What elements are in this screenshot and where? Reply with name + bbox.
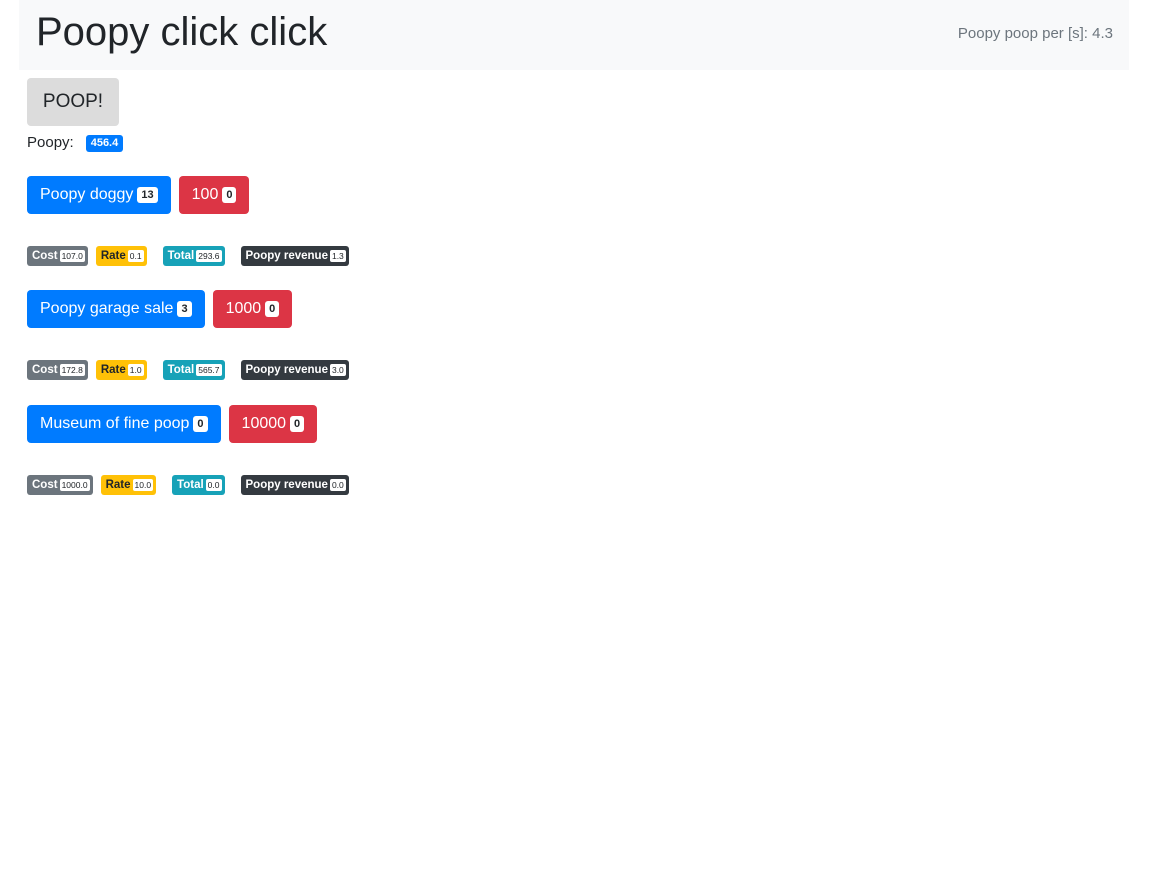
total-value: 293.6 xyxy=(196,250,222,262)
cost-value: 1000.0 xyxy=(59,479,90,491)
revenue-badge: Poopy revenue 1.3 xyxy=(240,246,349,266)
building-stats: Cost 107.0 Rate 0.1 Total 293.6 Poopy reven… xyxy=(27,246,357,266)
building-name: Poopy doggy xyxy=(40,186,134,203)
buy-building-button[interactable]: Poopy doggy 13 xyxy=(27,176,171,214)
rate-value: 1.0 xyxy=(127,364,144,376)
total-badge: Total 0.0 xyxy=(172,475,225,495)
rate-value: 0.1 xyxy=(127,250,144,262)
poop-button[interactable]: POOP! xyxy=(27,78,119,126)
total-value: 0.0 xyxy=(205,479,222,491)
cost-badge: Cost 107.0 xyxy=(27,246,88,266)
poop-count-badge: 456.4 xyxy=(85,134,124,152)
owned-count-badge: 0 xyxy=(193,416,208,432)
poop-count-label: Poopy: xyxy=(27,134,74,151)
bulk-buy-button[interactable]: 1000 0 xyxy=(212,290,293,328)
building-name: Poopy garage sale xyxy=(40,300,174,317)
cost-badge: Cost 172.8 xyxy=(27,360,88,380)
rate-badge: Rate 0.1 xyxy=(95,246,147,266)
bulk-count-badge: 0 xyxy=(265,301,280,317)
buy-building-button[interactable]: Poopy garage sale 3 xyxy=(27,290,205,328)
poop-count: Poopy: 456.4 xyxy=(27,133,124,153)
rate-value: 10.0 xyxy=(132,479,154,491)
cost-value: 172.8 xyxy=(59,364,85,376)
poop-per-second-text: Poopy poop per [s]: 4.3 xyxy=(957,25,1113,42)
owned-count-badge: 3 xyxy=(177,301,192,317)
bulk-buy-button[interactable]: 100 0 xyxy=(178,176,250,214)
total-value: 565.7 xyxy=(196,364,222,376)
buy-building-button[interactable]: Museum of fine poop 0 xyxy=(27,405,221,443)
navbar: Poopy click click Poopy poop per [s]: 4.… xyxy=(19,0,1129,70)
total-badge: Total 565.7 xyxy=(162,360,225,380)
owned-count-badge: 13 xyxy=(137,187,158,203)
building-museum-of-fine-poop: Museum of fine poop 0 10000 0 Cost 1000.0… xyxy=(27,405,357,495)
bulk-amount: 1000 xyxy=(225,300,262,317)
building-poopy-garage-sale: Poopy garage sale 3 1000 0 Cost 172.8 Rat… xyxy=(27,290,357,380)
total-badge: Total 293.6 xyxy=(162,246,225,266)
building-stats: Cost 172.8 Rate 1.0 Total 565.7 Poopy reven… xyxy=(27,360,357,380)
revenue-value: 1.3 xyxy=(329,250,346,262)
building-stats: Cost 1000.0 Rate 10.0 Total 0.0 Poopy reven… xyxy=(27,475,357,495)
building-name: Museum of fine poop xyxy=(40,415,190,432)
rate-badge: Rate 1.0 xyxy=(95,360,147,380)
cost-badge: Cost 1000.0 xyxy=(27,475,93,495)
revenue-value: 0.0 xyxy=(329,479,346,491)
cost-value: 107.0 xyxy=(59,250,85,262)
revenue-badge: Poopy revenue 3.0 xyxy=(240,360,349,380)
rate-badge: Rate 10.0 xyxy=(100,475,157,495)
building-poopy-doggy: Poopy doggy 13 100 0 Cost 107.0 Rate 0.1 T… xyxy=(27,176,357,266)
bulk-count-badge: 0 xyxy=(290,416,305,432)
revenue-badge: Poopy revenue 0.0 xyxy=(240,475,349,495)
bulk-count-badge: 0 xyxy=(222,187,237,203)
bulk-amount: 10000 xyxy=(241,415,287,432)
bulk-buy-button[interactable]: 10000 0 xyxy=(228,405,318,443)
revenue-value: 3.0 xyxy=(329,364,346,376)
bulk-amount: 100 xyxy=(191,186,219,203)
app-title: Poopy click click xyxy=(36,10,328,54)
